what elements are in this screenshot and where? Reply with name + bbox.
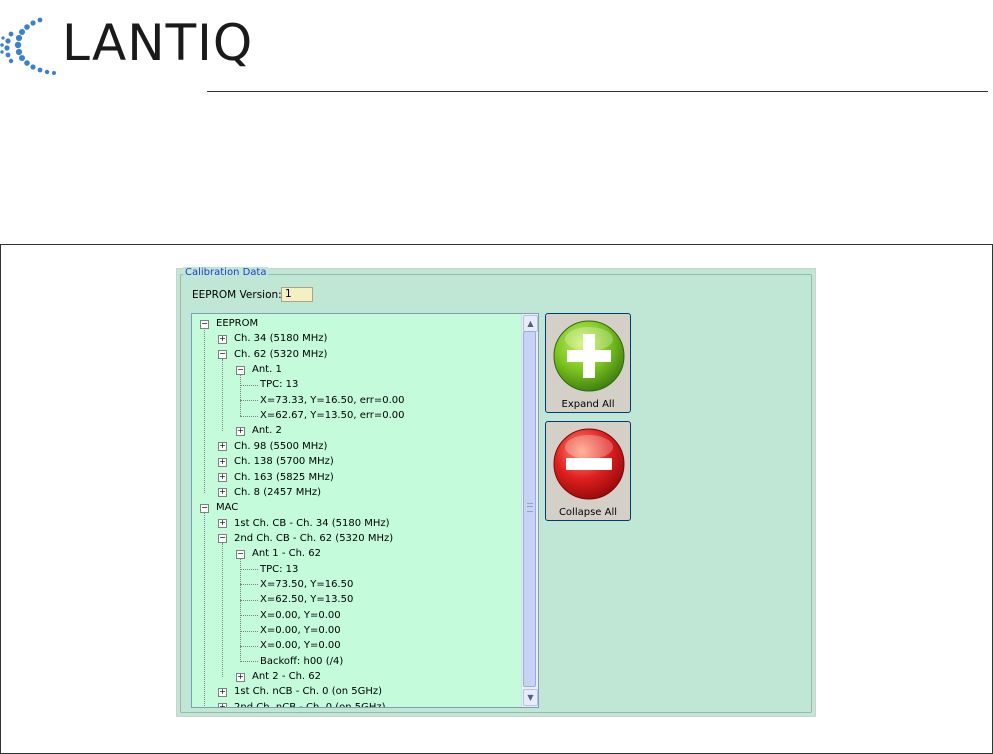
tree-node[interactable]: Ch. 163 (5825 MHz) xyxy=(234,470,334,485)
calibration-data-groupbox: Calibration Data EEPROM Version: 1 EEPRO… xyxy=(176,267,816,717)
groupbox-title: Calibration Data xyxy=(183,267,269,278)
expand-node-icon[interactable]: + xyxy=(218,488,227,498)
grip-icon xyxy=(527,503,533,512)
tree-connector xyxy=(240,630,258,632)
tree-connector xyxy=(240,415,258,417)
chevron-up-icon[interactable]: ▲ xyxy=(523,315,538,332)
tree-leaf[interactable]: Backoff: h00 (/4) xyxy=(260,654,343,669)
calibration-tree[interactable]: EEPROM − Ch. 34 (5180 MHz) + Ch. 62 (5320 MH… xyxy=(191,313,539,708)
tree-node[interactable]: 2nd Ch. nCB - Ch. 0 (on 5GHz) xyxy=(234,700,386,707)
tree-leaf[interactable]: X=0.00, Y=0.00 xyxy=(260,608,341,623)
expand-node-icon[interactable]: + xyxy=(218,519,227,529)
tree-leaf[interactable]: X=62.67, Y=13.50, err=0.00 xyxy=(260,408,405,423)
tree-connector xyxy=(240,584,258,586)
tree-connector xyxy=(240,569,258,571)
tree-leaf[interactable]: TPC: 13 xyxy=(260,377,298,392)
tree-guide-line xyxy=(222,542,223,678)
logo-dots-mark xyxy=(0,17,56,75)
tree-guide-line xyxy=(204,328,205,493)
expand-node-icon[interactable]: + xyxy=(218,442,227,452)
eeprom-version-label: EEPROM Version: xyxy=(192,289,282,301)
tree-leaf[interactable]: X=73.33, Y=16.50, err=0.00 xyxy=(260,393,405,408)
tree-leaf[interactable]: X=62.50, Y=13.50 xyxy=(260,592,353,607)
tree-connector xyxy=(240,400,258,402)
expand-node-icon[interactable]: + xyxy=(218,687,227,697)
tree-node[interactable]: Ch. 62 (5320 MHz) xyxy=(234,347,327,362)
expand-node-icon[interactable]: + xyxy=(218,334,227,344)
tree-node[interactable]: Ant. 1 xyxy=(252,362,282,377)
tree-leaf[interactable]: X=73.50, Y=16.50 xyxy=(260,577,353,592)
tree-node[interactable]: Ant 2 - Ch. 62 xyxy=(252,669,321,684)
minus-icon xyxy=(553,428,625,500)
tree-connector xyxy=(240,661,258,663)
tree-node[interactable]: Ant. 2 xyxy=(252,423,282,438)
tree-node[interactable]: Ch. 98 (5500 MHz) xyxy=(234,439,327,454)
eeprom-version-field[interactable]: 1 xyxy=(281,287,313,302)
expand-node-icon[interactable]: + xyxy=(236,672,245,682)
plus-icon xyxy=(553,320,625,392)
tree-node[interactable]: Ant 1 - Ch. 62 xyxy=(252,546,321,561)
collapse-all-button[interactable]: Collapse All xyxy=(545,421,631,521)
lantiq-logo: LANTIQ xyxy=(0,14,260,80)
expand-node-icon[interactable]: + xyxy=(218,703,227,707)
expand-node-icon[interactable]: + xyxy=(218,457,227,467)
tree-guide-line xyxy=(204,512,205,707)
tree-node[interactable]: Ch. 8 (2457 MHz) xyxy=(234,485,321,500)
tree-connector xyxy=(240,645,258,647)
logo-wordmark: LANTIQ xyxy=(62,14,254,72)
tree-guide-line xyxy=(240,374,241,417)
tree-node[interactable]: 2nd Ch. CB - Ch. 62 (5320 MHz) xyxy=(234,531,393,546)
tree-leaf[interactable]: TPC: 13 xyxy=(260,562,298,577)
expand-node-icon[interactable]: + xyxy=(236,426,245,436)
chevron-down-icon[interactable]: ▼ xyxy=(523,689,538,706)
tree-connector xyxy=(240,599,258,601)
scrollbar-thumb[interactable] xyxy=(523,331,536,687)
expand-all-label: Expand All xyxy=(561,399,615,410)
tree-leaf[interactable]: X=0.00, Y=0.00 xyxy=(260,623,341,638)
tree-node[interactable]: EEPROM xyxy=(216,316,258,331)
header-divider xyxy=(207,91,988,92)
expand-all-button[interactable]: Expand All xyxy=(545,313,631,413)
tree-node[interactable]: 1st Ch. nCB - Ch. 0 (on 5GHz) xyxy=(234,684,382,699)
tree-guide-line xyxy=(222,358,223,432)
collapse-all-label: Collapse All xyxy=(558,507,618,518)
tree-scrollbar[interactable]: ▲ ▼ xyxy=(521,314,538,707)
tree-leaf[interactable]: X=0.00, Y=0.00 xyxy=(260,638,341,653)
tree-node[interactable]: MAC xyxy=(216,500,238,515)
tree-connector xyxy=(240,615,258,617)
tree-node[interactable]: Ch. 34 (5180 MHz) xyxy=(234,331,327,346)
tree-node[interactable]: 1st Ch. CB - Ch. 34 (5180 MHz) xyxy=(234,516,390,531)
expand-node-icon[interactable]: + xyxy=(218,473,227,482)
tree-connector xyxy=(240,384,258,386)
tree-node[interactable]: Ch. 138 (5700 MHz) xyxy=(234,454,334,469)
